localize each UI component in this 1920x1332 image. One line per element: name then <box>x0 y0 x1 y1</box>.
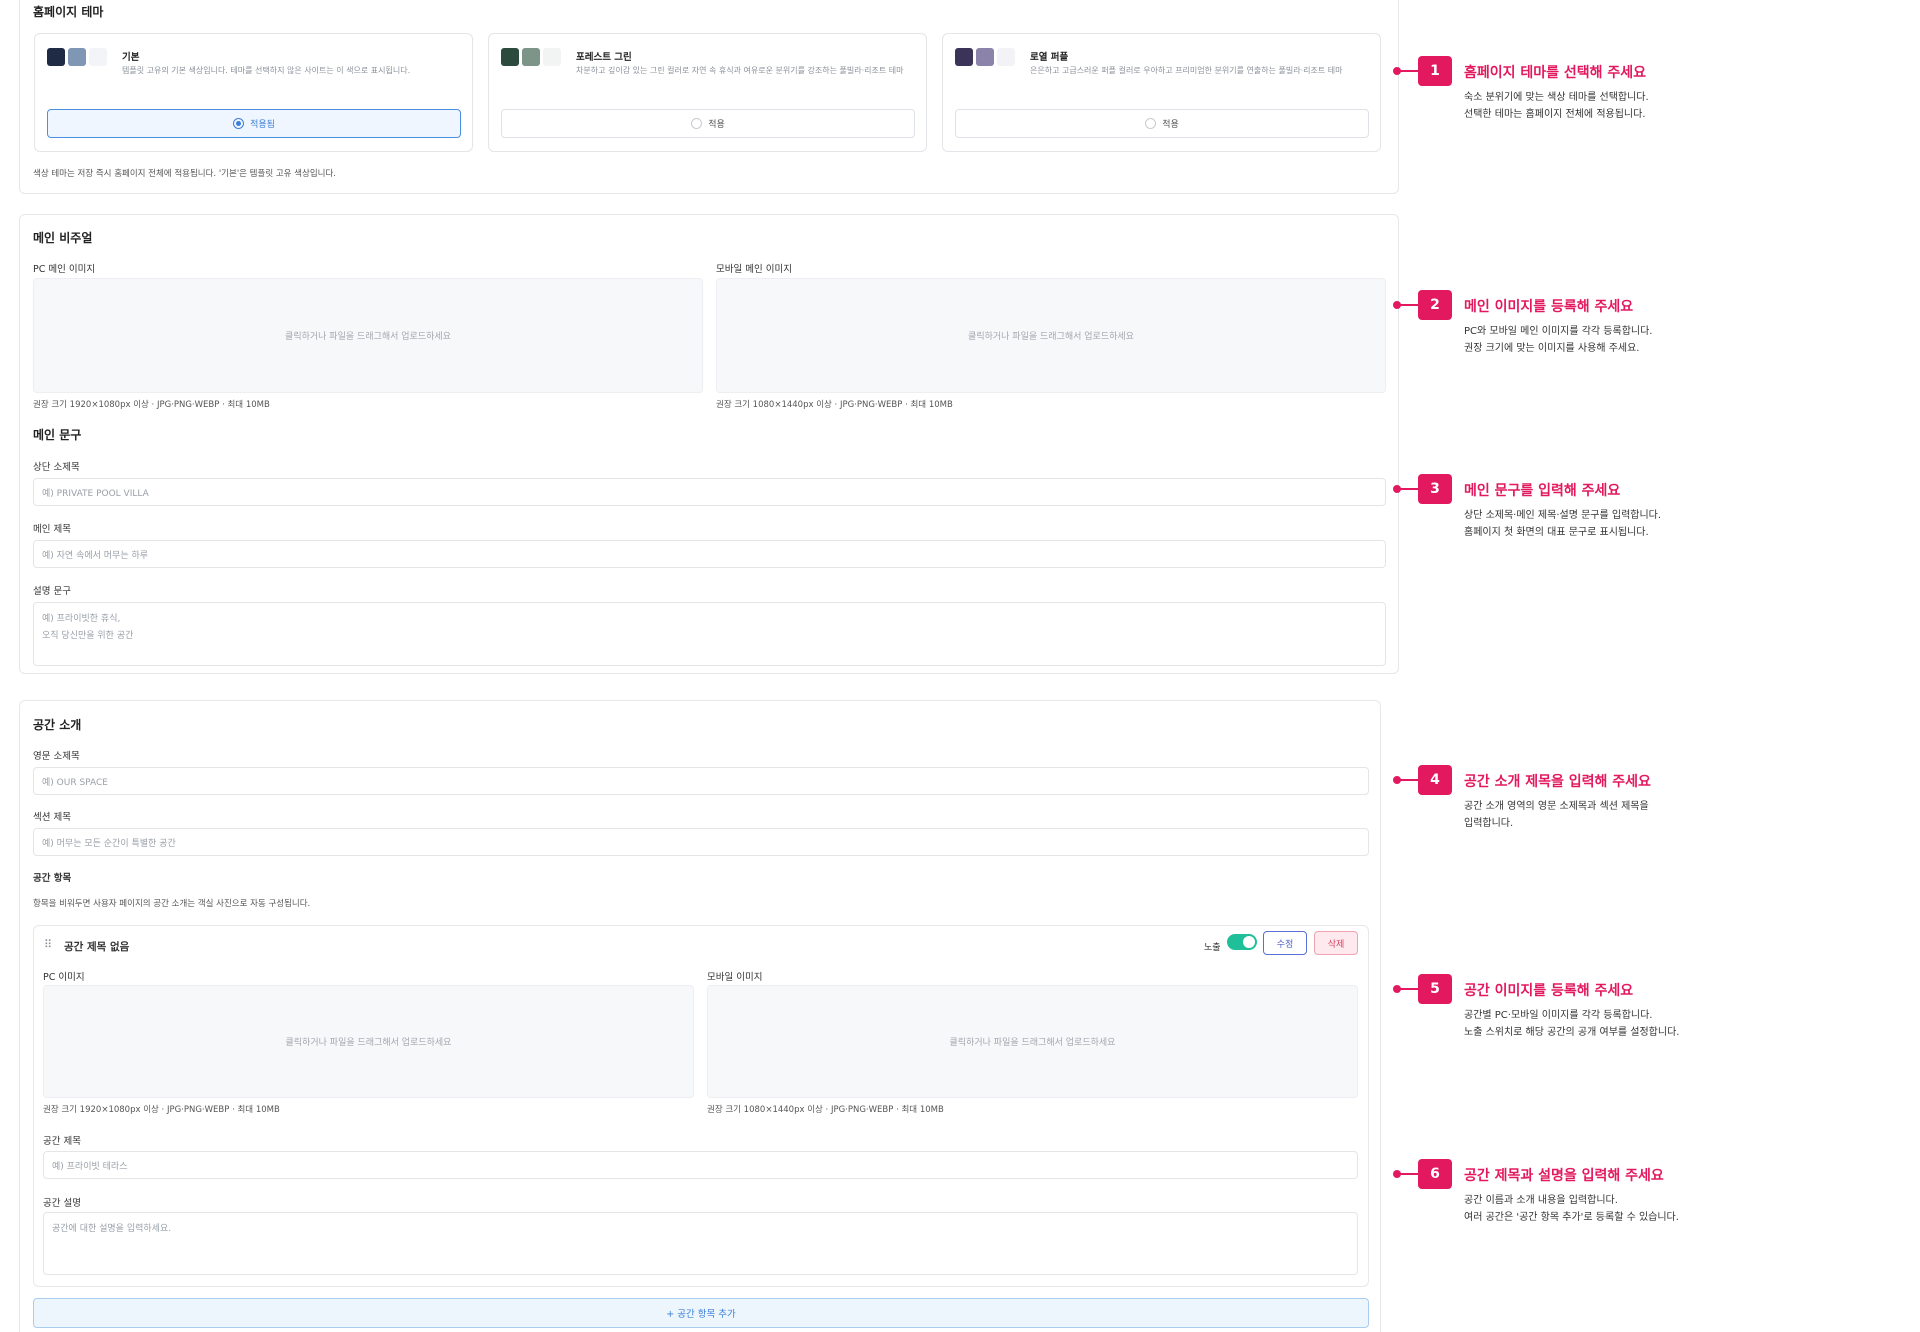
space-item-title: 공간 제목 없음 <box>64 941 130 953</box>
main-heading-label: 메인 제목 <box>33 524 71 535</box>
pc-main-image-label: PC 메인 이미지 <box>33 264 96 275</box>
theme-apply-label: 적용 <box>708 120 725 130</box>
theme-swatch <box>997 48 1015 66</box>
theme-swatch <box>68 48 86 66</box>
mobile-image-label: 모바일 이미지 <box>707 972 763 983</box>
theme-name: 포레스트 그린 <box>576 52 632 63</box>
theme-swatch <box>501 48 519 66</box>
callout-description: 상단 소제목·메인 제목·설명 문구를 입력합니다. 홈페이지 첫 화면의 대표… <box>1464 510 1662 538</box>
pc-main-image-hint: 권장 크기 1920×1080px 이상 · JPG·PNG·WEBP · 최대… <box>33 400 270 410</box>
description-textarea[interactable]: 예) 프라이빗한 휴식, 오직 당신만을 위한 공간 <box>33 602 1386 666</box>
callout-title: 홈페이지 테마를 선택해 주세요 <box>1464 65 1647 81</box>
add-space-item-button[interactable]: + 공간 항목 추가 <box>33 1298 1369 1328</box>
callout-description: 공간 이름과 소개 내용을 입력합니다. 여러 공간은 '공간 항목 추가'로 … <box>1464 1195 1679 1223</box>
english-subtitle-label: 영문 소제목 <box>33 751 80 762</box>
space-description-textarea[interactable]: 공간에 대한 설명을 입력하세요. <box>43 1212 1358 1275</box>
theme-note: 색상 테마는 저장 즉시 홈페이지 전체에 적용됩니다. '기본'은 템플릿 고… <box>33 169 336 179</box>
callout-number: 2 <box>1418 290 1452 320</box>
callout-title: 공간 제목과 설명을 입력해 주세요 <box>1464 1168 1664 1184</box>
theme-swatch <box>976 48 994 66</box>
mobile-image-hint: 권장 크기 1080×1440px 이상 · JPG·PNG·WEBP · 최대… <box>707 1105 944 1115</box>
callout-title: 공간 소개 제목을 입력해 주세요 <box>1464 774 1651 790</box>
theme-name: 기본 <box>122 52 140 63</box>
space-items-hint: 항목을 비워두면 사용자 페이지의 공간 소개는 객실 사진으로 자동 구성됩니… <box>33 899 311 909</box>
callout-dot <box>1393 67 1401 75</box>
main-heading-input[interactable]: 예) 자연 속에서 머무는 하루 <box>33 540 1386 568</box>
theme-swatch <box>955 48 973 66</box>
pc-image-label: PC 이미지 <box>43 972 85 983</box>
callout-number: 3 <box>1418 474 1452 504</box>
theme-apply-label: 적용됨 <box>250 120 275 130</box>
theme-card-default[interactable]: 기본 템플릿 고유의 기본 색상입니다. 테마를 선택하지 않은 사이트는 이 … <box>34 33 473 152</box>
theme-swatch <box>522 48 540 66</box>
space-intro-title: 공간 소개 <box>33 718 82 732</box>
callout-dot <box>1393 485 1401 493</box>
english-subtitle-input[interactable]: 예) OUR SPACE <box>33 767 1369 795</box>
callout-description: 공간별 PC·모바일 이미지를 각각 등록합니다. 노출 스위치로 해당 공간의… <box>1464 1010 1680 1038</box>
theme-apply-button[interactable]: 적용됨 <box>47 109 461 138</box>
callout-description: PC와 모바일 메인 이미지를 각각 등록합니다. 권장 크기에 맞는 이미지를… <box>1464 326 1653 354</box>
theme-description: 차분하고 깊이감 있는 그린 컬러로 자연 속 휴식과 여유로운 분위기를 강조… <box>576 66 904 75</box>
radio-empty-icon <box>1145 118 1157 129</box>
callout-dot <box>1393 985 1401 993</box>
visible-toggle[interactable] <box>1227 934 1257 950</box>
mobile-main-image-hint: 권장 크기 1080×1440px 이상 · JPG·PNG·WEBP · 최대… <box>716 400 953 410</box>
mobile-main-image-label: 모바일 메인 이미지 <box>716 264 792 275</box>
pc-image-dropzone[interactable]: 클릭하거나 파일을 드래그해서 업로드하세요 <box>43 985 694 1098</box>
theme-apply-label: 적용 <box>1162 120 1179 130</box>
callout-description: 공간 소개 영역의 영문 소제목과 섹션 제목을 입력합니다. <box>1464 801 1649 829</box>
radio-empty-icon <box>691 118 703 129</box>
subtitle-input[interactable]: 예) PRIVATE POOL VILLA <box>33 478 1386 506</box>
pc-main-image-dropzone[interactable]: 클릭하거나 파일을 드래그해서 업로드하세요 <box>33 278 703 393</box>
callout-title: 메인 이미지를 등록해 주세요 <box>1464 299 1634 315</box>
subtitle-label: 상단 소제목 <box>33 462 80 473</box>
theme-section-title: 홈페이지 테마 <box>33 5 104 19</box>
theme-description: 템플릿 고유의 기본 색상입니다. 테마를 선택하지 않은 사이트는 이 색으로… <box>122 66 411 75</box>
mobile-main-image-dropzone[interactable]: 클릭하거나 파일을 드래그해서 업로드하세요 <box>716 278 1386 393</box>
space-items-label: 공간 항목 <box>33 873 72 884</box>
pc-image-hint: 권장 크기 1920×1080px 이상 · JPG·PNG·WEBP · 최대… <box>43 1105 280 1115</box>
section-title-label: 섹션 제목 <box>33 812 71 823</box>
callout-number: 5 <box>1418 974 1452 1004</box>
section-title-input[interactable]: 예) 머무는 모든 순간이 특별한 공간 <box>33 828 1369 856</box>
visible-label: 노출 <box>1204 943 1221 953</box>
theme-apply-button[interactable]: 적용 <box>955 109 1369 138</box>
description-label: 설명 문구 <box>33 586 71 597</box>
callout-description: 숙소 분위기에 맞는 색상 테마를 선택합니다. 선택한 테마는 홈페이지 전체… <box>1464 92 1649 120</box>
theme-apply-button[interactable]: 적용 <box>501 109 915 138</box>
main-visual-title: 메인 비주얼 <box>33 231 93 245</box>
space-name-input[interactable]: 예) 프라이빗 테라스 <box>43 1151 1358 1179</box>
callout-title: 메인 문구를 입력해 주세요 <box>1464 483 1621 499</box>
radio-selected-icon <box>233 118 245 129</box>
theme-swatch <box>89 48 107 66</box>
callout-number: 1 <box>1418 56 1452 86</box>
drag-handle-icon[interactable]: ⠿ <box>44 938 52 951</box>
callout-number: 4 <box>1418 765 1452 795</box>
space-name-label: 공간 제목 <box>43 1136 81 1147</box>
edit-button[interactable]: 수정 <box>1263 931 1307 955</box>
delete-button[interactable]: 삭제 <box>1314 931 1358 955</box>
theme-name: 로열 퍼플 <box>1030 52 1069 63</box>
theme-description: 은은하고 고급스러운 퍼플 컬러로 우아하고 프리미엄한 분위기를 연출하는 풀… <box>1030 66 1343 75</box>
theme-card-royal-purple[interactable]: 로열 퍼플 은은하고 고급스러운 퍼플 컬러로 우아하고 프리미엄한 분위기를 … <box>942 33 1381 152</box>
theme-swatch <box>47 48 65 66</box>
main-copy-title: 메인 문구 <box>33 428 82 442</box>
mobile-image-dropzone[interactable]: 클릭하거나 파일을 드래그해서 업로드하세요 <box>707 985 1358 1098</box>
theme-swatch <box>543 48 561 66</box>
theme-card-forest-green[interactable]: 포레스트 그린 차분하고 깊이감 있는 그린 컬러로 자연 속 휴식과 여유로운… <box>488 33 927 152</box>
space-description-label: 공간 설명 <box>43 1198 81 1209</box>
callout-dot <box>1393 301 1401 309</box>
callout-title: 공간 이미지를 등록해 주세요 <box>1464 983 1634 999</box>
callout-dot <box>1393 776 1401 784</box>
callout-number: 6 <box>1418 1159 1452 1189</box>
callout-dot <box>1393 1170 1401 1178</box>
